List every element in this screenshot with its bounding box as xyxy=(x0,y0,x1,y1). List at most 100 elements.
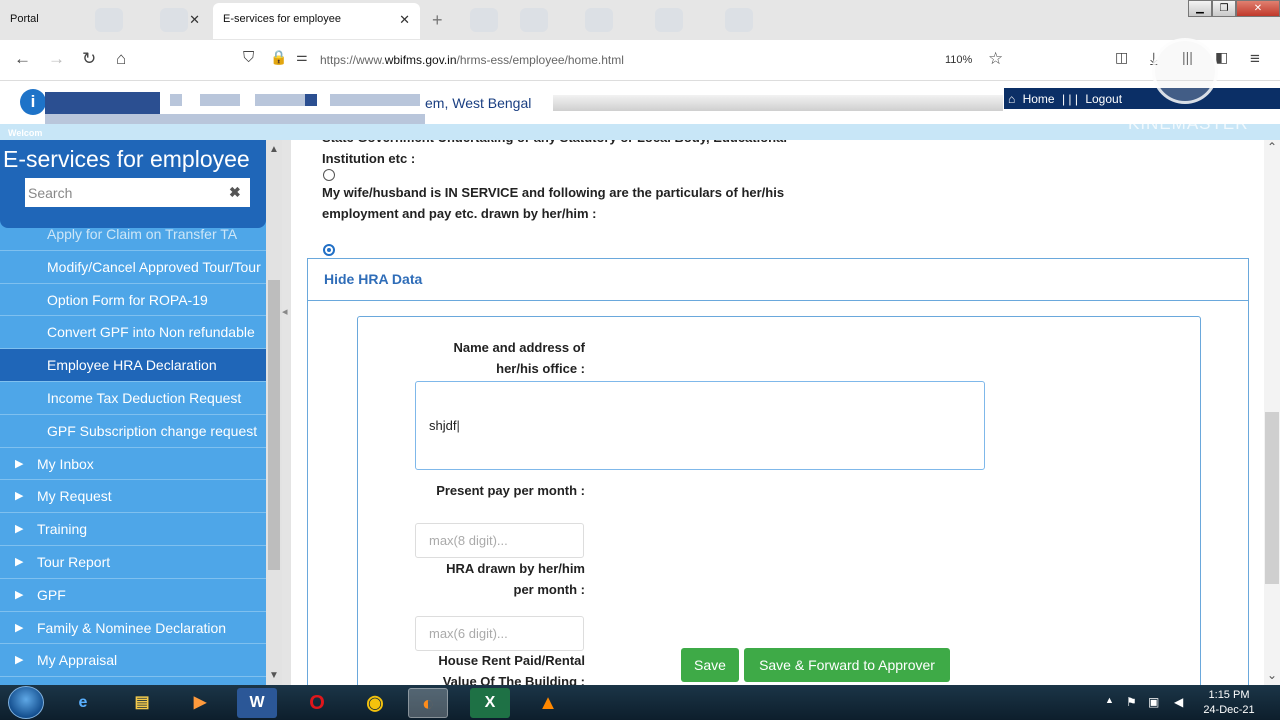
in-service-option-text-1: My wife/husband is IN SERVICE and follow… xyxy=(322,185,785,200)
save-forward-button[interactable]: Save & Forward to Approver xyxy=(744,648,950,682)
sidebar-item-income-tax-deduction-request[interactable]: Income Tax Deduction Request xyxy=(0,382,266,415)
file-explorer-icon[interactable]: ▤ xyxy=(122,688,162,718)
sidebar-scroll-thumb[interactable] xyxy=(268,280,280,570)
watermark: KINEMASTER xyxy=(1128,114,1249,133)
present-pay-field[interactable]: max(8 digit)... xyxy=(415,523,584,558)
window-close-icon[interactable]: ✕ xyxy=(1236,0,1280,17)
clock-time: 1:15 PM xyxy=(1208,689,1250,701)
sidebar-item-label: Apply for Claim on Transfer TA xyxy=(47,226,238,242)
sidebar-item-my-inbox[interactable]: ▶ My Inbox xyxy=(0,448,266,481)
caret-right-icon: ▶ xyxy=(15,555,24,568)
main-content: ◂ State Government Undertaking or any St… xyxy=(282,140,1264,685)
start-button-icon[interactable] xyxy=(8,686,44,719)
sidebar-item-training[interactable]: ▶ Training xyxy=(0,513,266,546)
sidebar-item-label: My Inbox xyxy=(37,455,94,472)
scroll-down-icon[interactable]: ▼ xyxy=(269,670,279,681)
sidebar-item-gpf[interactable]: ▶ GPF xyxy=(0,579,266,612)
permissions-icon[interactable]: ⚌ xyxy=(296,49,308,65)
pixelated-region xyxy=(305,94,317,106)
menu-icon[interactable]: ≡ xyxy=(1250,49,1260,69)
office-address-value: shjdf xyxy=(429,418,457,433)
reload-icon[interactable]: ↻ xyxy=(82,49,96,69)
blurred-tab-icon xyxy=(160,8,188,32)
collapse-sidebar-icon[interactable]: ◂ xyxy=(282,305,288,318)
back-icon[interactable]: ← xyxy=(14,49,31,69)
chrome-icon[interactable]: ◉ xyxy=(355,688,395,718)
minimize-icon[interactable]: ▁ xyxy=(1188,0,1212,17)
pixelated-region xyxy=(170,94,182,106)
sidebar-item-tour-report[interactable]: ▶ Tour Report xyxy=(0,546,266,579)
sidebar-item-my-request[interactable]: ▶ My Request xyxy=(0,480,266,514)
tab-e-services-label: E-services for employee xyxy=(223,13,341,25)
sidebar-item-option-form-for-ropa-19[interactable]: Option Form for ROPA-19 xyxy=(0,284,266,317)
blurred-tab-icon xyxy=(470,8,498,32)
tab-e-services-close-icon[interactable]: ✕ xyxy=(399,12,410,28)
caret-right-icon: ▶ xyxy=(15,654,24,667)
media-player-icon[interactable]: ▶ xyxy=(180,688,220,718)
maximize-icon[interactable]: ❐ xyxy=(1212,0,1236,17)
site-title: em, West Bengal xyxy=(425,95,532,111)
office-address-field[interactable]: shjdf| xyxy=(415,381,985,470)
zoom-level[interactable]: 110% xyxy=(945,54,972,66)
previous-option-text-2: Institution etc : xyxy=(322,151,416,166)
sidebar-item-label: Training xyxy=(37,521,88,538)
clock[interactable]: 1:15 PM 24-Dec-21 xyxy=(1200,688,1258,718)
internet-explorer-icon[interactable]: e xyxy=(63,688,103,718)
browser-tab-strip: Portal ✕ E-services for employee ✕ + ▁ ❐… xyxy=(0,0,1280,40)
sidebar-item-label: My Request xyxy=(37,488,112,505)
shield-icon[interactable]: ⛉ xyxy=(243,49,254,66)
hide-hra-data-toggle[interactable]: Hide HRA Data xyxy=(308,259,1248,301)
panel-divider[interactable] xyxy=(282,140,291,685)
lock-icon[interactable]: 🔒 xyxy=(270,49,287,66)
main-scroll-thumb[interactable] xyxy=(1265,412,1279,584)
sidebar-scrollbar[interactable]: ▲ ▼ xyxy=(266,140,282,685)
firefox-icon[interactable]: ◐ xyxy=(408,688,448,718)
scroll-up-icon[interactable]: ▲ xyxy=(269,144,279,155)
main-scrollbar[interactable]: ⌃ ⌄ xyxy=(1264,140,1280,685)
house-rent-label-2: Value Of The Building : xyxy=(442,674,585,685)
pocket-icon[interactable]: ◫ xyxy=(1115,49,1128,66)
pixelated-region xyxy=(330,94,420,106)
caret-right-icon: ▶ xyxy=(15,621,24,634)
main-scroll-down-icon[interactable]: ⌄ xyxy=(1267,668,1277,682)
blurred-tab-icon xyxy=(585,8,613,32)
url-bar[interactable]: https://www.wbifms.gov.in/hrms-ess/emplo… xyxy=(320,53,624,67)
tab-e-services[interactable]: E-services for employee ✕ xyxy=(213,3,420,39)
hra-drawn-field[interactable]: max(6 digit)... xyxy=(415,616,584,651)
url-domain: wbifms.gov.in xyxy=(384,53,457,67)
sidebar-item-convert-gpf-into-non-refundable[interactable]: Convert GPF into Non refundable xyxy=(0,316,266,350)
new-tab-button[interactable]: + xyxy=(432,10,443,31)
bookmark-star-icon[interactable]: ☆ xyxy=(988,49,1003,69)
opera-icon[interactable]: O xyxy=(297,688,337,718)
main-scroll-up-icon[interactable]: ⌃ xyxy=(1267,140,1277,154)
radio-in-service[interactable] xyxy=(323,244,335,256)
volume-icon[interactable]: ◀ xyxy=(1174,695,1183,709)
taskbar: e ▤ ▶ W O ◉ ◐ X ▲ ▲ ⚑ ▣ ◀ 1:15 PM 24-Dec… xyxy=(0,685,1280,720)
sidebar-item-modify-cancel-approved-tour-tour[interactable]: Modify/Cancel Approved Tour/Tour xyxy=(0,251,266,284)
home-icon[interactable]: ⌂ xyxy=(116,49,126,69)
home-link[interactable]: Home xyxy=(1023,92,1055,106)
tray-expand-icon[interactable]: ▲ xyxy=(1105,695,1114,705)
search-clear-icon[interactable]: ✖ xyxy=(229,184,241,201)
home-link-icon[interactable]: ⌂ xyxy=(1008,92,1015,106)
word-icon[interactable]: W xyxy=(237,688,277,718)
sidebar-item-my-appraisal[interactable]: ▶ My Appraisal xyxy=(0,644,266,678)
search-input[interactable] xyxy=(25,178,250,207)
sidebar-item-employee-hra-declaration[interactable]: Employee HRA Declaration xyxy=(0,349,266,382)
forward-icon[interactable]: → xyxy=(48,49,65,69)
pixelated-region xyxy=(255,94,305,106)
network-icon[interactable]: ▣ xyxy=(1148,695,1159,709)
vlc-icon[interactable]: ▲ xyxy=(528,688,568,718)
sidebar-title: E-services for employee xyxy=(3,146,250,172)
sidebar-item-label: My Appraisal xyxy=(37,652,118,669)
action-center-icon[interactable]: ⚑ xyxy=(1126,695,1137,709)
logout-link[interactable]: Logout xyxy=(1085,92,1122,106)
sidebar-item-gpf-subscription-change-request[interactable]: GPF Subscription change request xyxy=(0,415,266,448)
save-button[interactable]: Save xyxy=(681,648,739,682)
hra-drawn-label-1: HRA drawn by her/him xyxy=(446,561,585,576)
in-service-option-text-2: employment and pay etc. drawn by her/him… xyxy=(322,206,597,221)
tab-portal-close-icon[interactable]: ✕ xyxy=(189,12,200,28)
sidebar-item-family-nominee-declaration[interactable]: ▶ Family & Nominee Declaration xyxy=(0,612,266,645)
excel-icon[interactable]: X xyxy=(470,688,510,718)
radio-not-in-service[interactable] xyxy=(323,169,335,181)
